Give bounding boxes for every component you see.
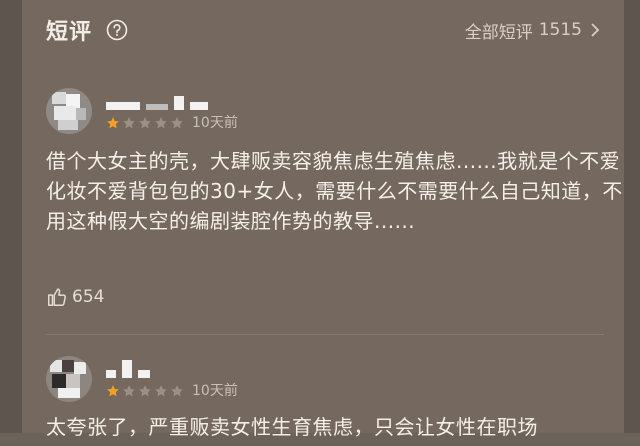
review-content: 太夸张了，严重贩卖女性生育焦虑，只会让女性在职场 <box>46 415 538 439</box>
short-reviews-card: 短评 全部短评 1515 10天前 借个大女主的壳，大肆贩卖容貌焦虑生殖焦虑..… <box>22 0 624 439</box>
star-icon <box>138 115 152 129</box>
all-reviews-link[interactable]: 全部短评 1515 <box>465 18 600 43</box>
chevron-right-icon <box>590 22 600 38</box>
all-reviews-count: 1515 <box>538 20 582 40</box>
star-icon <box>154 115 168 129</box>
star-icon <box>122 383 136 397</box>
like-button[interactable]: 654 <box>46 286 104 308</box>
star-icon <box>106 383 120 397</box>
background-edge-right <box>624 0 640 433</box>
review-meta: 10天前 <box>106 380 238 400</box>
star-icon <box>138 383 152 397</box>
avatar[interactable] <box>46 356 92 402</box>
review-meta: 10天前 <box>106 112 238 132</box>
star-icon <box>106 115 120 129</box>
like-count: 654 <box>72 287 105 307</box>
background-edge-left <box>0 0 22 433</box>
review-item: 10天前 借个大女主的壳，大肆贩卖容貌焦虑生殖焦虑......我就是个不爱化妆不… <box>46 88 622 318</box>
user-name-redacted <box>106 358 150 378</box>
star-icon <box>154 383 168 397</box>
review-date: 10天前 <box>192 383 238 399</box>
review-content: 借个大女主的壳，大肆贩卖容貌焦虑生殖焦虑......我就是个不爱化妆不爱背包包的… <box>46 149 623 233</box>
review-date: 10天前 <box>192 115 238 131</box>
star-icon <box>170 383 184 397</box>
reviews-header: 短评 全部短评 1515 <box>46 12 600 48</box>
question-circle-icon[interactable] <box>106 19 128 41</box>
review-divider <box>46 334 604 335</box>
star-icon <box>170 115 184 129</box>
section-title: 短评 <box>46 20 93 45</box>
thumbs-up-icon <box>46 286 68 308</box>
all-reviews-label: 全部短评 <box>464 22 533 43</box>
avatar[interactable] <box>46 88 92 134</box>
star-icon <box>122 115 136 129</box>
user-name-redacted <box>106 90 208 110</box>
